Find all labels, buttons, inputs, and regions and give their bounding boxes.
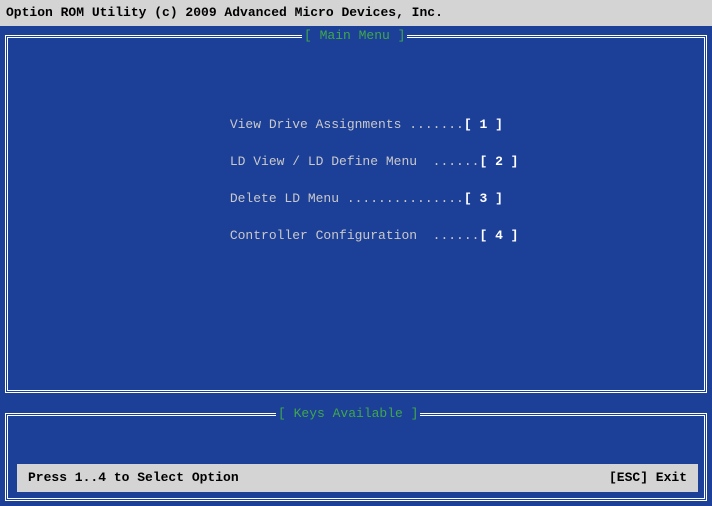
menu-item-key: [ 4 ] — [479, 228, 519, 243]
menu-item-label: Delete LD Menu — [229, 191, 340, 206]
menu-item-controller-configuration[interactable]: Controller Configuration ......[ 4 ] — [183, 209, 519, 243]
menu-item-key: [ 3 ] — [463, 191, 503, 206]
main-menu-title: [ Main Menu ] — [302, 27, 408, 45]
menu-item-label: LD View / LD Define Menu — [229, 154, 418, 169]
status-bar: Press 1..4 to Select Option [ESC] Exit — [17, 464, 698, 492]
menu-item-ld-view-define[interactable]: LD View / LD Define Menu ......[ 2 ] — [183, 135, 519, 169]
keys-available-title: [ Keys Available ] — [276, 405, 421, 423]
menu-item-view-drive-assignments[interactable]: View Drive Assignments .......[ 1 ] — [183, 98, 503, 132]
menu-item-dots: ....... — [401, 117, 464, 132]
menu-item-key: [ 2 ] — [479, 154, 519, 169]
menu-item-key: [ 1 ] — [463, 117, 503, 132]
window-title-bar: Option ROM Utility (c) 2009 Advanced Mic… — [0, 0, 712, 26]
menu-item-dots: ...... — [417, 154, 480, 169]
menu-item-label: Controller Configuration — [229, 228, 418, 243]
main-menu-panel: [ Main Menu ] View Drive Assignments ...… — [5, 27, 707, 393]
menu-item-dots: ............... — [339, 191, 464, 206]
menu-item-delete-ld[interactable]: Delete LD Menu ...............[ 3 ] — [183, 172, 503, 206]
menu-item-dots: ...... — [417, 228, 480, 243]
esc-exit-hint[interactable]: [ESC] Exit — [609, 464, 687, 492]
select-option-hint: Press 1..4 to Select Option — [28, 470, 239, 485]
menu-item-label: View Drive Assignments — [229, 117, 402, 132]
